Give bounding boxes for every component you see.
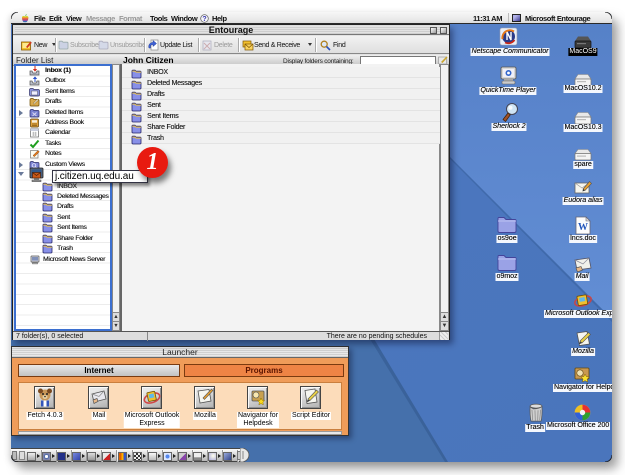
svg-text:W: W xyxy=(578,222,588,233)
svg-text:?: ? xyxy=(202,16,206,23)
